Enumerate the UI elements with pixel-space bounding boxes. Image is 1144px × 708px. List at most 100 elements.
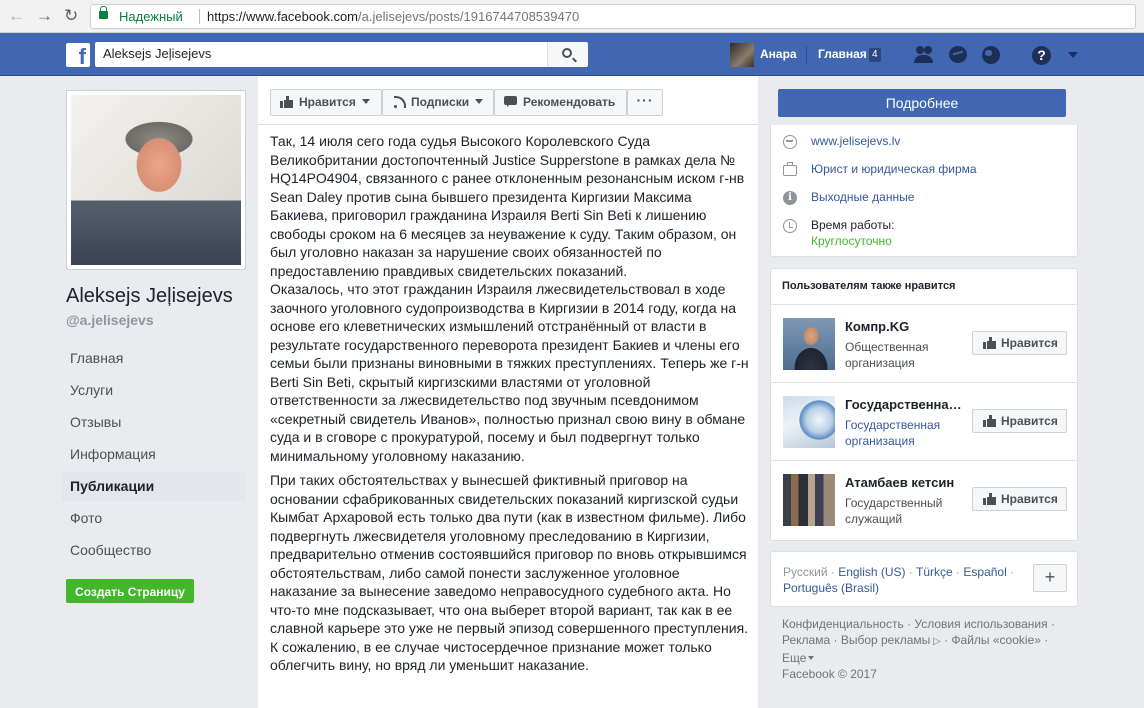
more-options-button[interactable]: ··· [627, 89, 663, 116]
nav-photos[interactable]: Фото [62, 504, 246, 533]
nav-reviews[interactable]: Отзывы [62, 408, 246, 437]
forward-icon[interactable]: → [36, 6, 53, 26]
facebook-top-bar: f Aleksejs Jeļisejevs Анара Главная 4 ? [0, 33, 1144, 76]
page-info-card: www.jelisejevs.lv Юрист и юридическая фи… [770, 125, 1078, 257]
secure-label: Надежный [119, 9, 183, 24]
chevron-down-icon [361, 99, 370, 104]
footer: Конфиденциальность · Условия использован… [782, 617, 1055, 681]
briefcase-icon [783, 162, 797, 176]
footer-link[interactable]: Конфиденциальность [782, 617, 904, 631]
nav-services[interactable]: Услуги [62, 376, 246, 405]
nav-about[interactable]: Информация [62, 440, 246, 469]
language-card: Русский · English (US) · Türkçe · Españo… [770, 551, 1078, 607]
thumbs-up-icon [983, 337, 996, 349]
suggestion-thumbnail[interactable] [783, 318, 835, 370]
user-name-link[interactable]: Анара [760, 47, 797, 61]
create-page-button[interactable]: Создать Страницу [66, 579, 194, 603]
page-handle[interactable]: @a.jelisejevs [66, 312, 154, 328]
thumbs-up-icon [983, 493, 996, 505]
browser-toolbar: ← → ↻ Надежный https://www.facebook.com/… [0, 0, 1144, 33]
website-link[interactable]: www.jelisejevs.lv [811, 134, 900, 148]
suggestion-category: Общественная организация [845, 340, 929, 370]
imprint-link[interactable]: Выходные данные [811, 190, 914, 204]
account-menu-caret-icon[interactable] [1068, 52, 1078, 58]
hours-label: Время работы: [811, 218, 895, 232]
hours-value: Круглосуточно [811, 234, 892, 248]
chevron-down-icon [808, 656, 815, 660]
globe-icon [783, 135, 797, 149]
page-title[interactable]: Aleksejs Jeļisejevs [66, 285, 233, 308]
like-label: Нравится [299, 95, 356, 109]
footer-link[interactable]: Реклама [782, 633, 830, 647]
suggestion-like-label: Нравится [1001, 414, 1058, 428]
language-link[interactable]: English (US) [838, 565, 905, 579]
suggestion-like-button[interactable]: Нравится [972, 331, 1067, 355]
footer-more-link[interactable]: Еще [782, 651, 806, 665]
post-text: Так, 14 июля сего года судья Высокого Ко… [270, 132, 750, 681]
post-paragraph-2: При таких обстоятельствах у вынесшей фик… [270, 472, 749, 673]
footer-link[interactable]: Выбор рекламы [841, 633, 930, 647]
search-input[interactable]: Aleksejs Jeļisejevs [95, 42, 547, 67]
facebook-logo[interactable]: f [66, 43, 90, 67]
friends-icon[interactable] [914, 46, 934, 64]
search-button[interactable] [547, 42, 588, 67]
list-item: Атамбаев кетсин Государственный служащий… [771, 460, 1077, 538]
category-link[interactable]: Юрист и юридическая фирма [811, 162, 977, 176]
suggestion-category: Государственный служащий [845, 496, 943, 526]
follow-label: Подписки [411, 95, 470, 109]
language-link[interactable]: Türkçe [916, 565, 953, 579]
help-icon[interactable]: ? [1032, 46, 1051, 65]
list-item: Компр.KG Общественная организация Нравит… [771, 304, 1077, 382]
nav-posts[interactable]: Публикации [62, 472, 246, 501]
suggestion-like-button[interactable]: Нравится [972, 409, 1067, 433]
pages-also-liked-card: Пользователям также нравится Компр.KG Об… [770, 268, 1078, 541]
footer-link[interactable]: Условия использования [914, 617, 1047, 631]
profile-photo[interactable] [71, 95, 241, 265]
nav-home[interactable]: Главная [62, 344, 246, 373]
suggestion-like-button[interactable]: Нравится [972, 487, 1067, 511]
language-list: Русский · English (US) · Türkçe · Españo… [783, 565, 1015, 595]
messenger-icon[interactable] [949, 46, 967, 63]
suggestion-name[interactable]: Государственна… [845, 397, 969, 412]
thumbs-up-icon [983, 415, 996, 427]
recommend-icon [504, 96, 517, 107]
like-page-button[interactable]: Нравится [270, 89, 382, 116]
nav-community[interactable]: Сообщество [62, 536, 246, 565]
profile-picture-frame[interactable] [66, 90, 246, 270]
recommend-label: Рекомендовать [523, 95, 616, 109]
address-bar[interactable]: Надежный https://www.facebook.com/a.jeli… [90, 4, 1136, 29]
language-link[interactable]: Português (Brasil) [783, 581, 879, 595]
learn-more-button[interactable]: Подробнее [778, 89, 1066, 117]
suggestion-name[interactable]: Атамбаев кетсин [845, 475, 969, 490]
language-current: Русский [783, 565, 828, 579]
copyright: Facebook © 2017 [782, 667, 877, 681]
footer-link[interactable]: Файлы «cookie» [951, 633, 1041, 647]
reload-icon[interactable]: ↻ [64, 6, 78, 26]
suggestion-thumbnail[interactable] [783, 396, 835, 448]
info-icon: i [783, 191, 797, 205]
search-icon [562, 48, 572, 58]
pages-also-liked-heading: Пользователям также нравится [782, 280, 956, 292]
language-link[interactable]: Español [963, 565, 1006, 579]
chevron-down-icon [475, 99, 484, 104]
address-separator [199, 9, 200, 24]
user-avatar[interactable] [730, 43, 754, 67]
follow-button[interactable]: Подписки [382, 89, 494, 116]
post-paragraph-1: Так, 14 июля сего года судья Высокого Ко… [270, 133, 749, 464]
thumbs-up-icon [280, 96, 293, 108]
recommend-button[interactable]: Рекомендовать [494, 89, 627, 116]
rss-icon [392, 96, 406, 108]
home-link[interactable]: Главная [818, 47, 867, 61]
suggestion-like-label: Нравится [1001, 336, 1058, 350]
suggestion-thumbnail[interactable] [783, 474, 835, 526]
url-path: /a.jelisejevs/posts/1916744708539470 [358, 9, 580, 24]
back-icon[interactable]: ← [8, 6, 25, 26]
topbar-divider [806, 46, 807, 64]
clock-icon [783, 219, 797, 233]
add-language-button[interactable]: + [1033, 564, 1067, 592]
home-count-badge: 4 [869, 48, 881, 62]
suggestion-name[interactable]: Компр.KG [845, 319, 969, 334]
suggestion-category[interactable]: Государственная организация [845, 417, 955, 449]
notifications-icon[interactable] [982, 46, 1000, 64]
url-text: https://www.facebook.com/a.jelisejevs/po… [207, 9, 579, 24]
